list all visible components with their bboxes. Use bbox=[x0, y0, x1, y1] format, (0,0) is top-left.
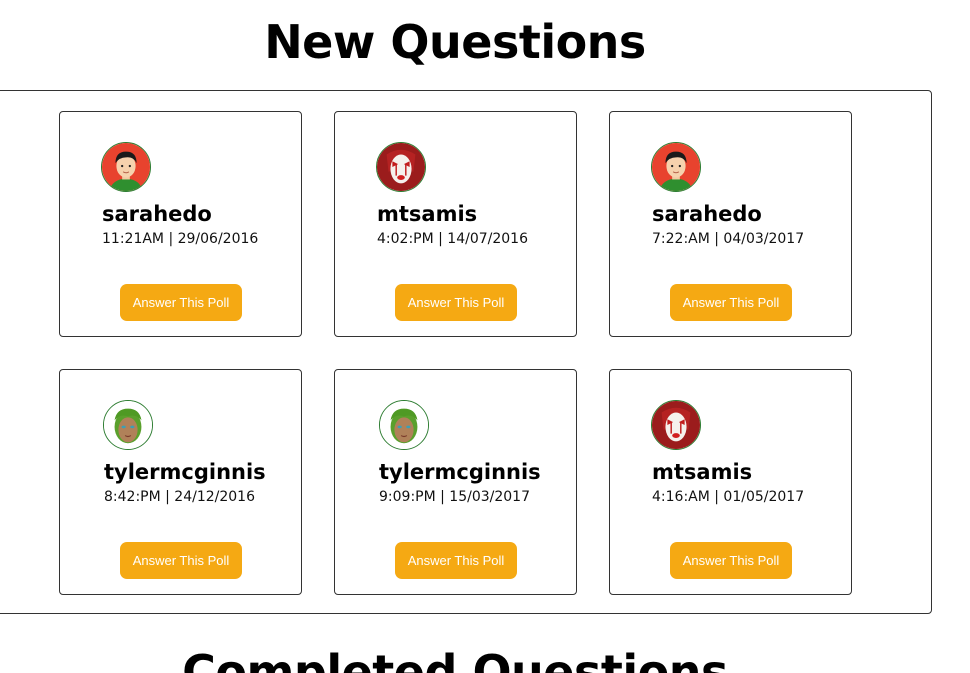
clown-avatar-icon bbox=[651, 400, 701, 450]
author-name: sarahedo bbox=[652, 202, 762, 226]
question-timestamp: 4:16:AM | 01/05/2017 bbox=[652, 489, 805, 505]
question-card: sarahedo 11:21AM | 29/06/2016 Answer Thi… bbox=[59, 111, 302, 337]
author-name: sarahedo bbox=[102, 202, 212, 226]
completed-questions-title: Completed Questions bbox=[182, 645, 728, 673]
question-card: sarahedo 7:22:AM | 04/03/2017 Answer Thi… bbox=[609, 111, 852, 337]
answer-poll-button[interactable]: Answer This Poll bbox=[120, 284, 242, 321]
author-name: mtsamis bbox=[377, 202, 478, 226]
author-name: tylermcginnis bbox=[104, 460, 266, 484]
question-timestamp: 4:02:PM | 14/07/2016 bbox=[377, 231, 528, 247]
question-card: mtsamis 4:16:AM | 01/05/2017 Answer This… bbox=[609, 369, 852, 595]
question-timestamp: 9:09:PM | 15/03/2017 bbox=[379, 489, 530, 505]
question-timestamp: 8:42:PM | 24/12/2016 bbox=[104, 489, 255, 505]
new-questions-title: New Questions bbox=[264, 15, 646, 69]
new-questions-panel: sarahedo 11:21AM | 29/06/2016 Answer Thi… bbox=[0, 90, 932, 614]
answer-poll-button[interactable]: Answer This Poll bbox=[670, 284, 792, 321]
green-hair-avatar-icon bbox=[379, 400, 429, 450]
question-timestamp: 11:21AM | 29/06/2016 bbox=[102, 231, 259, 247]
question-card: tylermcginnis 9:09:PM | 15/03/2017 Answe… bbox=[334, 369, 577, 595]
author-name: mtsamis bbox=[652, 460, 753, 484]
question-timestamp: 7:22:AM | 04/03/2017 bbox=[652, 231, 805, 247]
question-card: mtsamis 4:02:PM | 14/07/2016 Answer This… bbox=[334, 111, 577, 337]
green-hair-avatar-icon bbox=[103, 400, 153, 450]
boy-avatar-icon bbox=[651, 142, 701, 192]
question-card: tylermcginnis 8:42:PM | 24/12/2016 Answe… bbox=[59, 369, 302, 595]
answer-poll-button[interactable]: Answer This Poll bbox=[670, 542, 792, 579]
boy-avatar-icon bbox=[101, 142, 151, 192]
polls-page: New Questions sarahedo 11:21AM | 29/06/2… bbox=[0, 0, 970, 673]
author-name: tylermcginnis bbox=[379, 460, 541, 484]
answer-poll-button[interactable]: Answer This Poll bbox=[395, 284, 517, 321]
clown-avatar-icon bbox=[376, 142, 426, 192]
answer-poll-button[interactable]: Answer This Poll bbox=[395, 542, 517, 579]
answer-poll-button[interactable]: Answer This Poll bbox=[120, 542, 242, 579]
